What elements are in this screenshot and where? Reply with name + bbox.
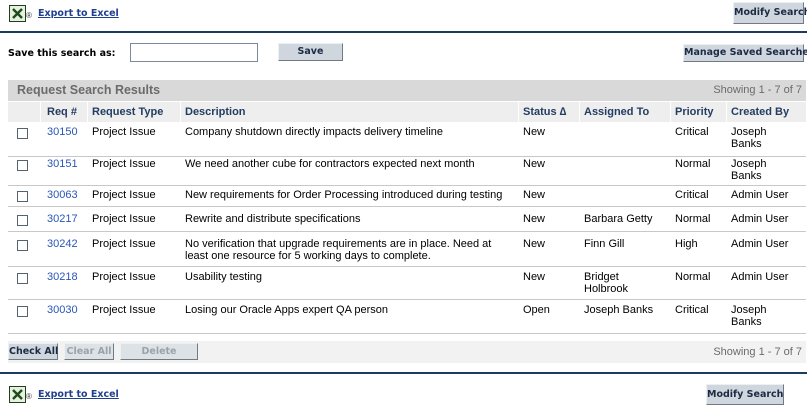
col-separator: [579, 102, 580, 122]
save-search-input[interactable]: [130, 43, 258, 62]
request-type: Project Issue: [92, 238, 156, 250]
export-to-excel-link[interactable]: Export to Excel: [38, 8, 119, 19]
row-divider: [8, 185, 806, 186]
col-separator: [518, 102, 519, 122]
description: Rewrite and distribute specifications: [185, 213, 361, 225]
request-type: Project Issue: [92, 126, 156, 138]
col-separator: [87, 102, 88, 122]
description: Usability testing: [185, 271, 263, 283]
divider-top: [0, 31, 807, 33]
bottom-showing-count: Showing 1 - 7 of 7: [713, 346, 802, 358]
row-divider: [8, 266, 806, 267]
priority: Critical: [675, 126, 709, 138]
results-showing-count: Showing 1 - 7 of 7: [713, 84, 802, 96]
row-checkbox[interactable]: [17, 128, 28, 139]
status: New: [523, 189, 546, 201]
req-number-link[interactable]: 30063: [47, 189, 78, 201]
row-checkbox[interactable]: [17, 191, 28, 202]
row-divider: [8, 299, 806, 300]
req-number-link[interactable]: 30218: [47, 271, 78, 283]
registered-mark: ®: [26, 392, 32, 401]
req-number-link[interactable]: 30242: [47, 238, 78, 250]
excel-icon[interactable]: [9, 5, 26, 22]
assigned-to: Joseph Banks: [584, 304, 654, 316]
request-type: Project Issue: [92, 189, 156, 201]
divider-bottom: [0, 372, 807, 374]
status: New: [523, 213, 546, 225]
registered-mark: ®: [26, 11, 32, 20]
created-by: Joseph Banks: [731, 158, 767, 182]
col-request-type[interactable]: Request Type: [92, 102, 163, 122]
created-by: Joseph Banks: [731, 304, 767, 328]
results-title: Request Search Results: [17, 83, 161, 97]
excel-icon[interactable]: [9, 386, 26, 403]
description: Losing our Oracle Apps expert QA person: [185, 304, 389, 316]
row-checkbox[interactable]: [17, 160, 28, 171]
save-search-label: Save this search as:: [8, 48, 116, 59]
created-by: Admin User: [731, 238, 789, 250]
status: Open: [523, 304, 550, 316]
priority: Critical: [675, 304, 709, 316]
assigned-to: Finn Gill: [584, 238, 625, 250]
priority: Normal: [675, 158, 711, 170]
save-button[interactable]: Save: [278, 43, 343, 61]
req-number-link[interactable]: 30150: [47, 126, 78, 138]
row-divider: [8, 333, 806, 334]
clear-all-button[interactable]: Clear All: [64, 343, 114, 360]
assigned-to: Barbara Getty: [584, 213, 653, 225]
col-req[interactable]: Req #: [47, 102, 77, 122]
created-by: Joseph Banks: [731, 126, 767, 150]
assigned-to: Bridget Holbrook: [584, 271, 629, 295]
col-separator: [180, 102, 181, 122]
col-separator: [726, 102, 727, 122]
priority: Critical: [675, 189, 709, 201]
priority: Normal: [675, 213, 711, 225]
delete-button[interactable]: Delete: [120, 343, 198, 360]
created-by: Admin User: [731, 213, 789, 225]
row-checkbox[interactable]: [17, 273, 28, 284]
req-number-link[interactable]: 30217: [47, 213, 78, 225]
status: New: [523, 238, 546, 250]
row-checkbox[interactable]: [17, 240, 28, 251]
description: We need another cube for contractors exp…: [185, 158, 475, 170]
check-all-button[interactable]: Check All: [8, 343, 58, 360]
priority: High: [675, 238, 698, 250]
results-header: Request Search Results Showing 1 - 7 of …: [8, 80, 806, 101]
row-divider: [8, 156, 806, 157]
request-type: Project Issue: [92, 158, 156, 170]
col-separator: [40, 102, 41, 122]
status: New: [523, 271, 546, 283]
col-assigned-to[interactable]: Assigned To: [584, 102, 649, 122]
col-separator: [670, 102, 671, 122]
description: Company shutdown directly impacts delive…: [185, 126, 443, 138]
row-checkbox[interactable]: [17, 215, 28, 226]
col-priority[interactable]: Priority: [675, 102, 714, 122]
status: New: [523, 158, 546, 170]
col-description[interactable]: Description: [185, 102, 246, 122]
description: New requirements for Order Processing in…: [185, 189, 503, 201]
col-status[interactable]: Status ∆: [523, 102, 566, 122]
export-to-excel-link-bottom[interactable]: Export to Excel: [38, 389, 119, 400]
created-by: Admin User: [731, 189, 789, 201]
modify-search-button-bottom[interactable]: Modify Search: [706, 384, 784, 405]
col-created-by[interactable]: Created By: [731, 102, 789, 122]
description: No verification that upgrade requirement…: [185, 238, 492, 262]
status: New: [523, 126, 546, 138]
req-number-link[interactable]: 30151: [47, 158, 78, 170]
request-type: Project Issue: [92, 213, 156, 225]
created-by: Admin User: [731, 271, 789, 283]
row-divider: [8, 231, 806, 232]
req-number-link[interactable]: 30030: [47, 304, 78, 316]
row-divider: [8, 206, 806, 207]
request-type: Project Issue: [92, 304, 156, 316]
priority: Normal: [675, 271, 711, 283]
row-checkbox[interactable]: [17, 306, 28, 317]
request-type: Project Issue: [92, 271, 156, 283]
modify-search-button[interactable]: Modify Search: [733, 2, 807, 24]
manage-saved-searches-button[interactable]: Manage Saved Searches: [683, 44, 807, 62]
